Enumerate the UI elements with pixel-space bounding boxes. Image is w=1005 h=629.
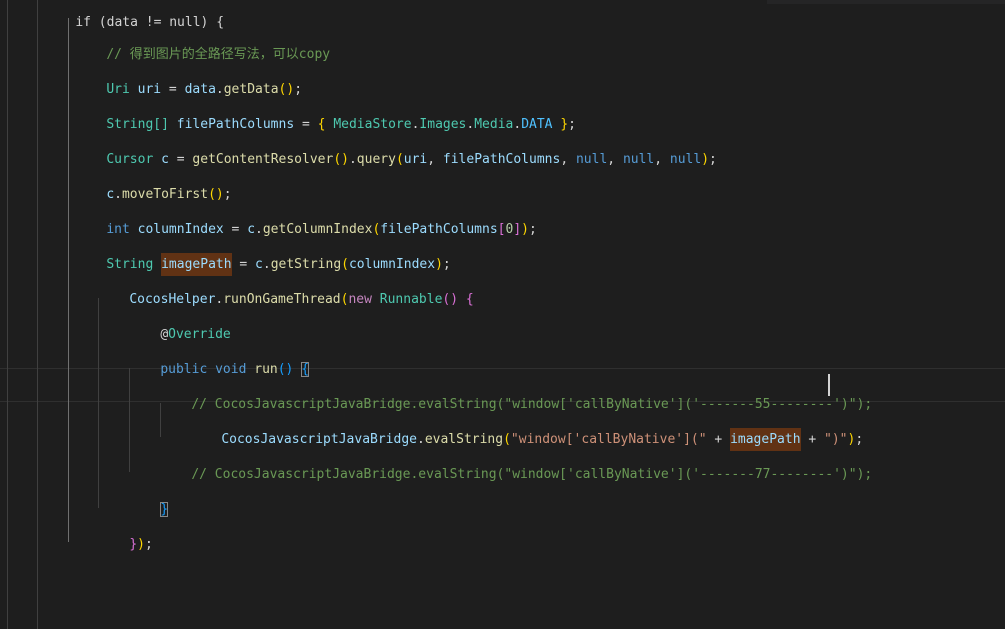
- semicolon-token: ;: [528, 222, 537, 237]
- code-line-uri[interactable]: Uri uri = data.getData();: [75, 60, 302, 97]
- brace-token: {: [465, 292, 474, 307]
- method-token: runOnGameThread: [223, 292, 341, 307]
- indent-guide: [37, 0, 38, 629]
- brace-token: }: [129, 537, 138, 552]
- code-line-close-run[interactable]: }: [129, 480, 169, 517]
- comma: ,: [560, 152, 576, 167]
- method-token: query: [356, 152, 396, 167]
- keyword-token: new: [348, 292, 372, 307]
- code-line-path[interactable]: String imagePath = c.getString(columnInd…: [75, 235, 451, 276]
- paren-token: (): [442, 292, 459, 307]
- code-line-comment[interactable]: // 得到图片的全路径写法，可以copy: [75, 25, 330, 62]
- code-editor[interactable]: if (data != null) { // 得到图片的全路径写法，可以copy…: [0, 0, 1005, 629]
- code-line-helper[interactable]: CocosHelper.runOnGameThread(new Runnable…: [98, 270, 473, 307]
- type-token: Runnable: [379, 292, 443, 307]
- bracket-token: [: [497, 222, 506, 237]
- text-cursor: [828, 374, 830, 396]
- brace-token-matched: }: [160, 502, 169, 517]
- code-line-run[interactable]: public void run() {: [129, 340, 310, 377]
- code-line-override[interactable]: @Override: [129, 305, 230, 342]
- comma: ,: [654, 152, 670, 167]
- indent-guide: [7, 0, 8, 629]
- argument-token: uri: [403, 152, 428, 167]
- null-token: null: [622, 152, 655, 167]
- code-line-eval[interactable]: CocosJavascriptJavaBridge.evalString("wi…: [190, 410, 863, 451]
- paren-token: ): [521, 222, 529, 237]
- argument-token: filePathColumns: [442, 152, 561, 167]
- code-line-index[interactable]: int columnIndex = c.getColumnIndex(fileP…: [75, 200, 537, 237]
- paren-token: (: [395, 152, 404, 167]
- indent-guide-active: [68, 18, 69, 542]
- paren-token: ): [137, 537, 145, 552]
- comma: ,: [427, 152, 443, 167]
- code-line-move[interactable]: c.moveToFirst();: [75, 165, 231, 202]
- semicolon-token: ;: [144, 537, 153, 552]
- comma: ,: [607, 152, 623, 167]
- paren-token: ): [701, 152, 710, 167]
- code-line-cursor[interactable]: Cursor c = getContentResolver().query(ur…: [75, 130, 717, 167]
- null-token: null: [575, 152, 608, 167]
- semicolon-token: ;: [709, 152, 717, 167]
- null-token: null: [669, 152, 702, 167]
- code-line-comment-77[interactable]: // CocosJavascriptJavaBridge.evalString(…: [160, 445, 872, 482]
- bracket-token: ]: [513, 222, 522, 237]
- find-widget-edge: [767, 0, 1005, 4]
- paren-token: (): [333, 152, 349, 167]
- comment-text: // CocosJavascriptJavaBridge.evalString(…: [191, 467, 873, 482]
- code-line-close-helper[interactable]: });: [98, 515, 152, 552]
- code-line-if[interactable]: if (data != null) {: [44, 0, 224, 30]
- code-line-columns[interactable]: String[] filePathColumns = { MediaStore.…: [75, 95, 576, 132]
- code-line-comment-55[interactable]: // CocosJavascriptJavaBridge.evalString(…: [160, 375, 872, 412]
